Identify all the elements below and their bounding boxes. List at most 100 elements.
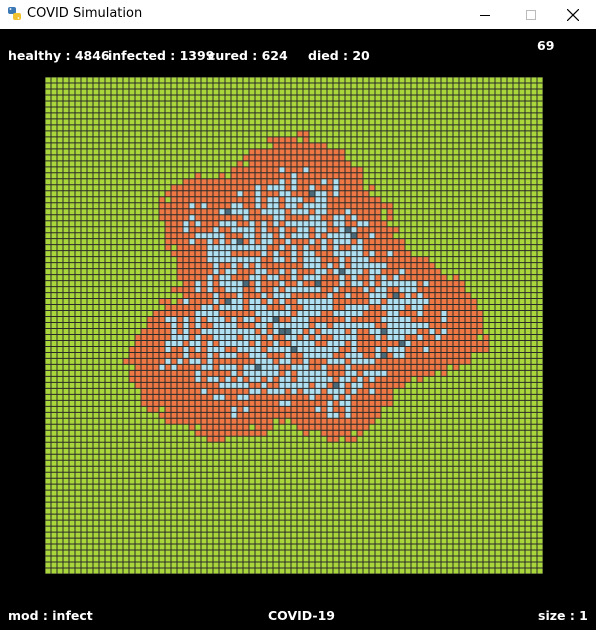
infected-cell [141,328,148,335]
cured-cell [285,370,292,377]
infected-cell [369,364,376,371]
infected-cell [315,358,322,365]
cured-cell [351,346,358,353]
infected-cell [297,148,304,155]
infected-cell [195,184,202,191]
cured-cell [249,244,256,251]
infected-cell [165,304,172,311]
infected-cell [381,388,388,395]
cured-cell [195,322,202,329]
cured-cell [315,310,322,317]
infected-cell [411,316,418,323]
cured-cell [315,388,322,395]
infected-cell [327,316,334,323]
infected-cell [261,190,268,197]
infected-cell [261,346,268,353]
cured-cell [219,208,226,215]
infected-cell [189,220,196,227]
cured-cell [267,388,274,395]
infected-cell [195,364,202,371]
infected-cell [357,232,364,239]
infected-cell [177,304,184,311]
cured-cell [183,316,190,323]
infected-cell [231,424,238,431]
infected-cell [195,244,202,251]
infected-cell [165,406,172,413]
cured-cell [267,274,274,281]
infected-cell [141,364,148,371]
infected-cell [237,406,244,413]
infected-cell [321,262,328,269]
infected-cell [249,202,256,209]
infected-cell [159,388,166,395]
infected-cell [225,238,232,245]
infected-cell [183,202,190,209]
cured-cell [393,280,400,287]
minimize-button[interactable] [462,0,508,29]
infected-cell [369,346,376,353]
infected-cell [189,226,196,233]
infected-cell [297,274,304,281]
cured-cell [237,244,244,251]
cured-cell [303,202,310,209]
close-button[interactable] [550,0,596,29]
infected-cell [159,412,166,419]
infected-cell [297,172,304,179]
infected-cell [255,424,262,431]
infected-cell [399,274,406,281]
infected-cell [183,418,190,425]
infected-cell [351,292,358,299]
infected-cell [429,316,436,323]
infected-cell [267,328,274,335]
cured-cell [237,394,244,401]
infected-cell [201,178,208,185]
infected-cell [417,340,424,347]
infected-cell [387,268,394,275]
infected-cell [423,274,430,281]
infected-cell [213,280,220,287]
infected-cell [321,232,328,239]
infected-cell [225,430,232,437]
infected-cell [303,214,310,221]
infected-cell [171,376,178,383]
cured-cell [243,406,250,413]
cured-cell [339,322,346,329]
cured-cell [273,388,280,395]
infected-cell [387,340,394,347]
infected-cell [375,238,382,245]
cured-cell [309,376,316,383]
infected-cell [171,418,178,425]
infected-cell [321,424,328,431]
infected-cell [297,250,304,257]
infected-cell [279,202,286,209]
infected-cell [327,436,334,443]
population-grid[interactable] [45,77,543,574]
cured-cell [255,388,262,395]
infected-cell [189,304,196,311]
title-bar[interactable]: COVID Simulation [0,0,596,29]
cured-cell [255,202,262,209]
infected-cell [363,196,370,203]
infected-cell [171,352,178,359]
infected-cell [399,256,406,263]
infected-cell [435,268,442,275]
infected-cell [357,274,364,281]
cured-cell [231,382,238,389]
infected-cell [153,364,160,371]
cured-cell [375,298,382,305]
infected-cell [333,274,340,281]
infected-cell [357,298,364,305]
died-cell [339,268,346,275]
infected-cell [387,358,394,365]
infected-cell [309,382,316,389]
cured-cell [303,388,310,395]
cured-cell [291,244,298,251]
cured-cell [267,310,274,317]
infected-cell [291,310,298,317]
maximize-button[interactable] [508,0,554,29]
infected-cell [405,370,412,377]
cured-cell [351,262,358,269]
cured-cell [279,298,286,305]
infected-cell [159,298,166,305]
cured-cell [249,328,256,335]
